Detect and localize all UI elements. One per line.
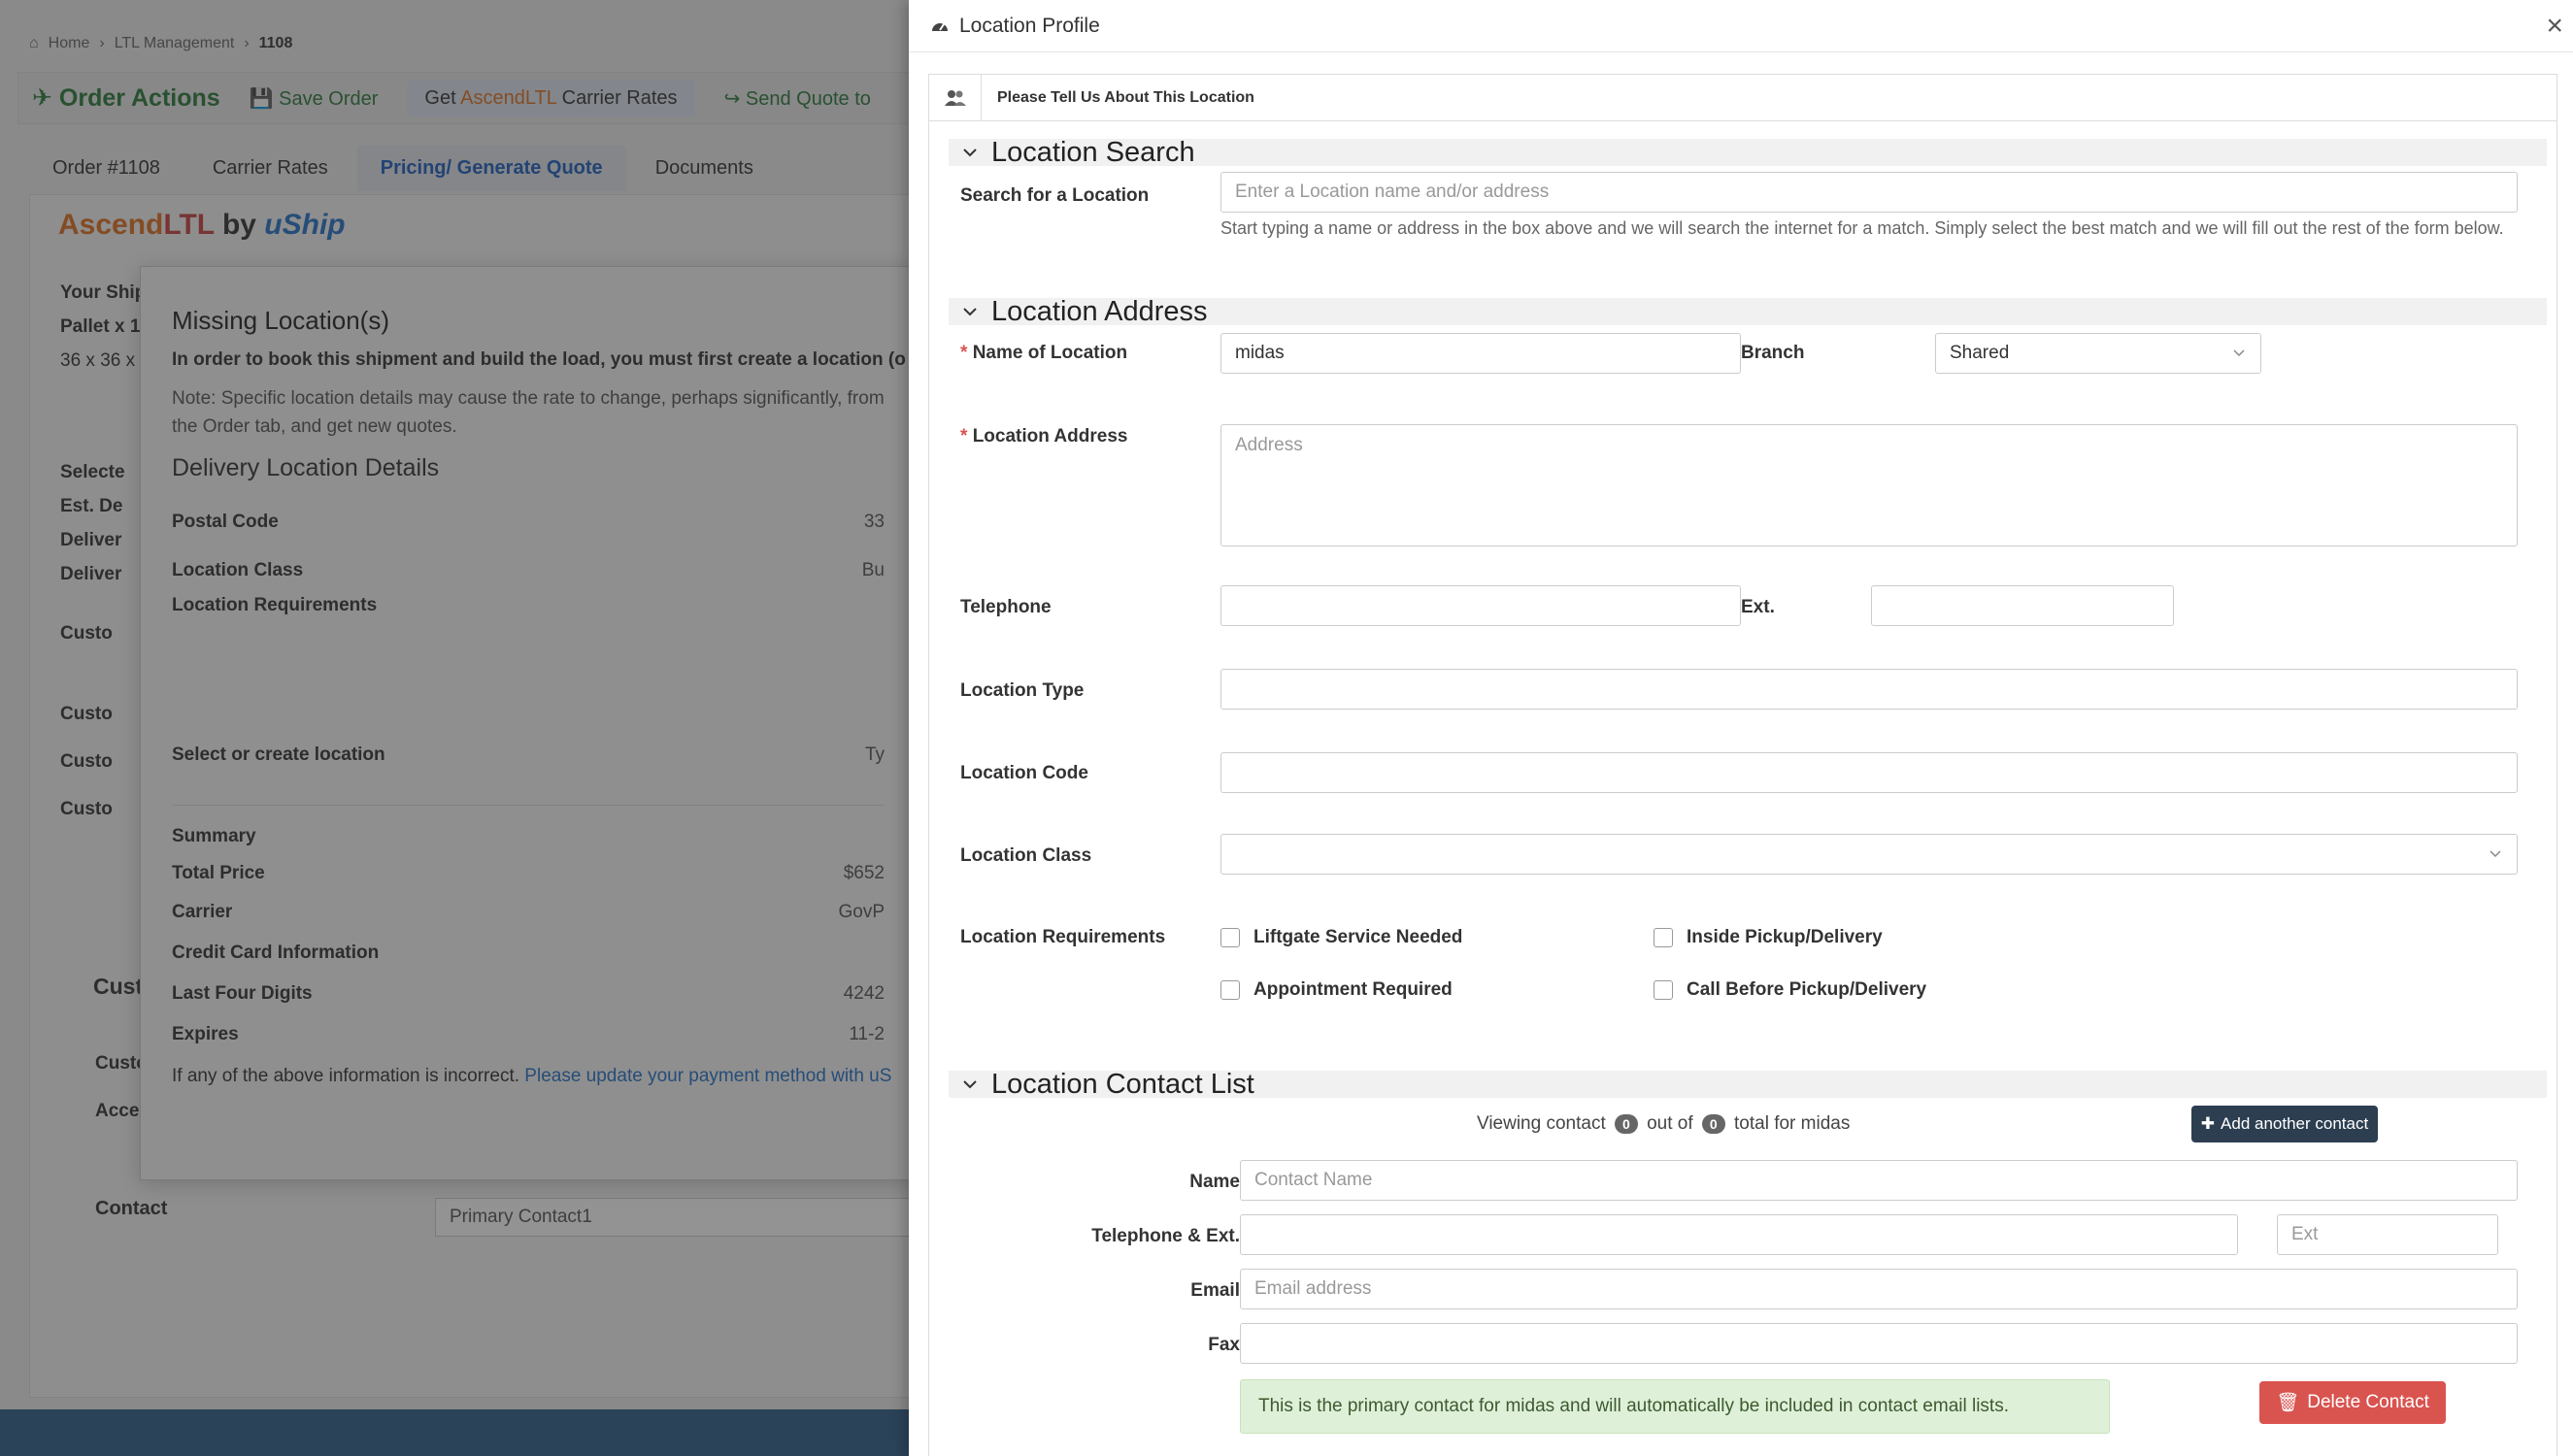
location-class-select[interactable]	[1220, 834, 2518, 875]
card-header: Please Tell Us About This Location	[929, 74, 2556, 121]
total-count-badge: 0	[1701, 1113, 1725, 1134]
location-type-label: Location Type	[960, 680, 1085, 701]
current-count-badge: 0	[1615, 1113, 1638, 1134]
chevron-down-icon	[949, 302, 991, 321]
contact-name-input[interactable]: Contact Name	[1240, 1160, 2518, 1201]
location-code-input[interactable]	[1220, 752, 2518, 793]
inside-pickup-checkbox[interactable]: Inside Pickup/Delivery	[1654, 927, 1883, 948]
search-help-text: Start typing a name or address in the bo…	[1220, 218, 2504, 238]
liftgate-checkbox[interactable]: Liftgate Service Needed	[1220, 927, 1462, 948]
backdrop-overlay[interactable]	[0, 0, 909, 1456]
primary-contact-alert: This is the primary contact for midas an…	[1240, 1379, 2110, 1434]
checkbox-icon[interactable]	[1220, 980, 1240, 1000]
telephone-label: Telephone	[960, 597, 1052, 617]
viewing-contact-text: Viewing contact 0 out of 0 total for mid…	[1477, 1113, 1851, 1134]
chevron-down-icon	[949, 143, 991, 162]
drawer-header: Location Profile	[909, 0, 2573, 52]
location-search-section[interactable]: Location Search	[949, 136, 2547, 168]
checkbox-icon[interactable]	[1654, 980, 1673, 1000]
chevron-down-icon	[2233, 349, 2245, 357]
chevron-down-icon	[949, 1075, 991, 1094]
dashboard-icon	[932, 22, 948, 31]
search-label: Search for a Location	[960, 185, 1150, 206]
section-title: Location Contact List	[991, 1068, 1254, 1100]
branch-select[interactable]: Shared	[1935, 333, 2261, 374]
ext-label: Ext.	[1741, 597, 1775, 617]
section-title: Location Search	[991, 136, 1195, 168]
location-code-label: Location Code	[960, 763, 1088, 783]
location-contact-section[interactable]: Location Contact List	[949, 1068, 2547, 1100]
checkbox-icon[interactable]	[1654, 928, 1673, 947]
location-type-input[interactable]	[1220, 669, 2518, 710]
drawer-title: Location Profile	[959, 14, 1100, 37]
contact-name-label: Name	[1189, 1172, 1240, 1192]
plus-icon: ✚	[2200, 1114, 2216, 1133]
address-textarea[interactable]: Address	[1220, 424, 2518, 546]
section-title: Location Address	[991, 295, 1208, 327]
telephone-input[interactable]	[1220, 585, 1741, 626]
checkbox-icon[interactable]	[1220, 928, 1240, 947]
contact-fax-input[interactable]	[1240, 1323, 2518, 1364]
close-icon[interactable]: ×	[2546, 12, 2563, 41]
location-requirements-label: Location Requirements	[960, 927, 1166, 947]
location-profile-drawer: Location Profile × Please Tell Us About …	[909, 0, 2573, 1456]
contact-telephone-label: Telephone & Ext.	[1091, 1226, 1240, 1246]
location-search-input[interactable]: Enter a Location name and/or address	[1220, 172, 2518, 213]
location-address-label: Location Address	[960, 426, 1128, 447]
name-of-location-input[interactable]: midas	[1220, 333, 1741, 374]
add-contact-button[interactable]: ✚ Add another contact	[2191, 1106, 2378, 1142]
contact-fax-label: Fax	[1208, 1335, 1240, 1355]
appointment-checkbox[interactable]: Appointment Required	[1220, 979, 1453, 1001]
contact-ext-input[interactable]: Ext	[2277, 1214, 2498, 1255]
users-icon	[929, 74, 982, 121]
chevron-down-icon	[2489, 850, 2501, 858]
location-form-card: Please Tell Us About This Location Locat…	[928, 74, 2557, 1456]
contact-email-input[interactable]: Email address	[1240, 1269, 2518, 1309]
branch-label: Branch	[1741, 343, 1805, 363]
delete-contact-button[interactable]: 🗑 Delete Contact	[2259, 1381, 2446, 1424]
location-address-section[interactable]: Location Address	[949, 295, 2547, 327]
ext-input[interactable]	[1871, 585, 2174, 626]
location-class-label: Location Class	[960, 845, 1092, 866]
name-of-location-label: Name of Location	[960, 343, 1127, 364]
card-title: Please Tell Us About This Location	[997, 88, 1254, 106]
contact-email-label: Email	[1190, 1280, 1240, 1301]
call-before-checkbox[interactable]: Call Before Pickup/Delivery	[1654, 979, 1926, 1001]
trash-icon: 🗑	[2276, 1393, 2300, 1413]
contact-telephone-input[interactable]	[1240, 1214, 2238, 1255]
